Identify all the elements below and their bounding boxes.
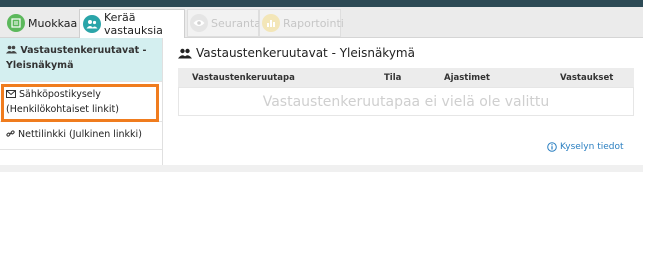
column-header: Ajastimet [444, 73, 490, 83]
tab-follow[interactable]: Seuranta [187, 9, 261, 37]
page-title-text: Vastaustenkeruutavat - Yleisnäkymä [196, 46, 415, 60]
tab-edit-label: Muokkaa [28, 16, 78, 30]
tab-report[interactable]: Raportointi [259, 9, 344, 37]
tab-collect-label: Kerää vastauksia [104, 11, 163, 37]
collect-icon [83, 15, 101, 33]
main-content: Vastaustenkeruutavat - Yleisnäkymä Vasta… [163, 38, 643, 165]
highlight-box [1, 84, 159, 122]
tab-edit[interactable]: Muokkaa [4, 9, 77, 37]
tab-bar: Muokkaa Kerää vastauksia Seuranta Raport… [0, 7, 643, 38]
table-header: Vastaustenkeruutapa Tila Ajastimet Vasta… [178, 68, 634, 87]
sidebar-item-overview[interactable]: Vastaustenkeruutavat - Yleisnäkymä [0, 38, 162, 82]
sidebar-item-web-link[interactable]: Nettilinkki (Julkinen linkki) [0, 122, 162, 150]
bottom-strip [0, 165, 643, 172]
sidebar-item-label: Nettilinkki (Julkinen linkki) [18, 129, 142, 140]
eye-icon [190, 14, 208, 32]
sidebar-item-label: Vastaustenkeruutavat - Yleisnäkymä [6, 45, 147, 71]
edit-icon [7, 14, 25, 32]
tab-report-label: Raportointi [283, 16, 344, 30]
column-header: Vastaustenkeruutapa [192, 73, 295, 83]
info-icon [547, 142, 557, 152]
users-icon [6, 45, 17, 59]
link-icon [6, 129, 15, 143]
bar-chart-icon [262, 14, 280, 32]
tab-collect[interactable]: Kerää vastauksia [79, 9, 185, 38]
top-bar [0, 0, 643, 7]
users-icon [178, 48, 192, 59]
tab-follow-label: Seuranta [211, 16, 262, 30]
page-title: Vastaustenkeruutavat - Yleisnäkymä [178, 46, 415, 60]
column-header: Vastaukset [560, 73, 614, 83]
survey-info-link[interactable]: Kyselyn tiedot [547, 142, 624, 152]
column-header: Tila [384, 73, 402, 83]
survey-info-label: Kyselyn tiedot [560, 142, 624, 152]
empty-state-message: Vastaustenkeruutapaa ei vielä ole valitt… [178, 87, 634, 116]
